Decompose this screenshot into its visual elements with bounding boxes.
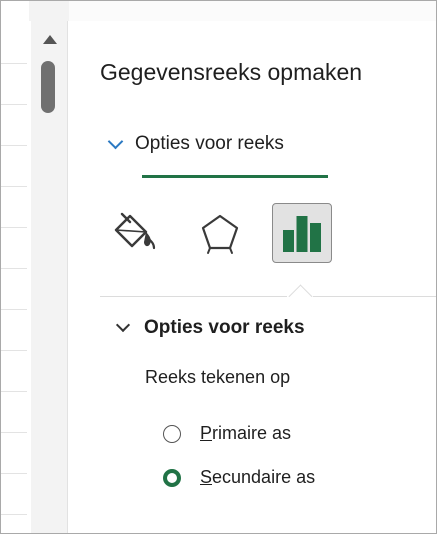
primary-axis-option[interactable]: Primaire as [163,423,291,444]
tab-active-underline [142,175,328,178]
accelerator-key: P [200,423,213,443]
tab-series-options[interactable]: Opties voor reeks [107,133,284,155]
vertical-scrollbar[interactable] [31,21,68,533]
secondary-axis-radio[interactable] [163,468,181,487]
scroll-thumb[interactable] [41,61,55,113]
grid-line [1,186,27,187]
format-pane-window: Gegevensreeks opmaken Opties voor reeks [0,0,437,534]
grid-line [1,104,27,105]
grid-line [1,227,27,228]
fill-line-icon [114,212,156,250]
scroll-up-arrow-icon[interactable] [43,35,57,44]
bar-chart-icon [283,216,321,252]
pane-title: Gegevensreeks opmaken [100,59,363,85]
accelerator-key: S [200,467,213,487]
series-options-button[interactable] [272,203,332,263]
selected-tab-pointer [288,283,314,297]
section-heading: Opties voor reeks [144,317,305,338]
primary-axis-radio[interactable] [163,424,181,443]
secondary-axis-option[interactable]: Secundaire as [163,467,315,488]
pentagon-icon [201,214,239,254]
divider [100,296,287,297]
grid-line [1,432,27,433]
grid-line [1,309,27,310]
effects-button[interactable] [190,203,250,263]
grid-line [1,63,27,64]
divider [313,296,436,297]
grid-line [1,350,27,351]
top-band-light [69,1,436,21]
grid-line [1,391,27,392]
grid-line [1,145,27,146]
grid-line [1,268,27,269]
worksheet-strip [1,1,29,533]
format-data-series-pane: Gegevensreeks opmaken Opties voor reeks [68,21,436,533]
tab-label: Opties voor reeks [135,133,284,154]
section-header-series-options[interactable]: Opties voor reeks [115,317,305,339]
grid-line [1,473,27,474]
grid-line [1,514,27,515]
primary-axis-label: Primaire as [200,423,291,444]
chevron-down-icon [107,133,124,149]
fill-line-button[interactable] [104,203,164,263]
chevron-down-icon [115,317,131,333]
label-text: rimaire as [212,423,292,443]
plot-series-on-label: Reeks tekenen op [145,367,291,387]
label-text: ecundaire as [212,467,316,487]
secondary-axis-label: Secundaire as [200,467,315,488]
